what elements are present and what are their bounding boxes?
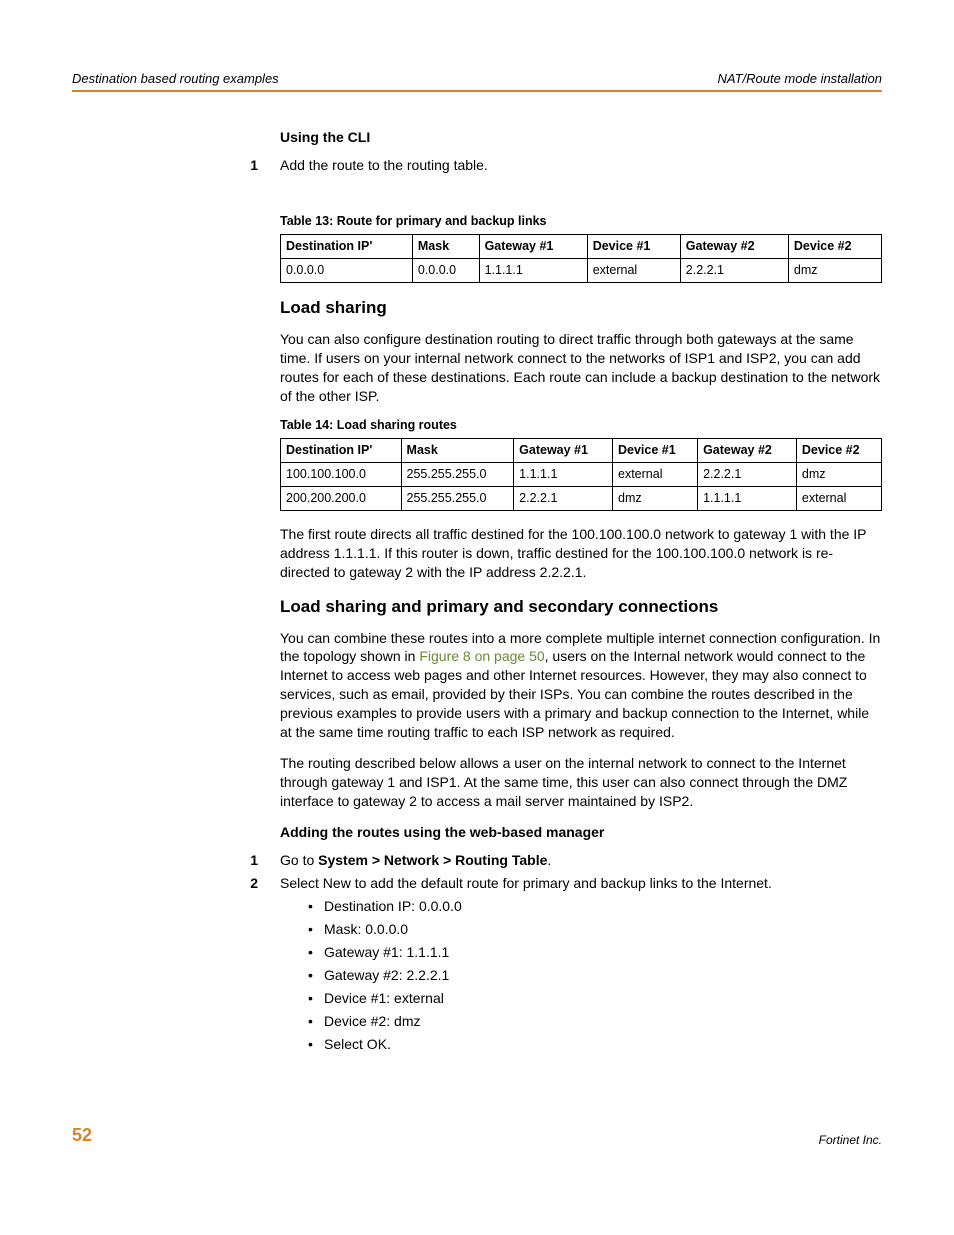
td: 2.2.2.1 xyxy=(514,487,613,511)
running-header: Destination based routing examples NAT/R… xyxy=(72,70,882,88)
table-row: 100.100.100.0 255.255.255.0 1.1.1.1 exte… xyxy=(281,463,882,487)
table13-caption: Table 13: Route for primary and backup l… xyxy=(280,213,882,230)
table14-caption: Table 14: Load sharing routes xyxy=(280,417,882,434)
step-number: 1 xyxy=(238,156,258,175)
th: Device #2 xyxy=(788,235,881,259)
table-row: 0.0.0.0 0.0.0.0 1.1.1.1 external 2.2.2.1… xyxy=(281,259,882,283)
list-item: Device #1: external xyxy=(308,989,882,1008)
list-item: Gateway #2: 2.2.2.1 xyxy=(308,966,882,985)
main-content: Using the CLI 1 Add the route to the rou… xyxy=(280,128,882,1054)
th: Destination IP' xyxy=(281,235,413,259)
th: Mask xyxy=(412,235,479,259)
list-item: Destination IP: 0.0.0.0 xyxy=(308,897,882,916)
header-right: NAT/Route mode installation xyxy=(717,70,882,88)
td: 200.200.200.0 xyxy=(281,487,402,511)
td: 100.100.100.0 xyxy=(281,463,402,487)
th: Destination IP' xyxy=(281,439,402,463)
td: 0.0.0.0 xyxy=(281,259,413,283)
td: external xyxy=(587,259,680,283)
th: Gateway #1 xyxy=(479,235,587,259)
header-left: Destination based routing examples xyxy=(72,70,279,88)
load-sharing-title: Load sharing xyxy=(280,297,882,320)
th: Mask xyxy=(401,439,514,463)
after-table14-para: The first route directs all traffic dest… xyxy=(280,525,882,582)
td: 2.2.2.1 xyxy=(698,463,797,487)
td: 255.255.255.0 xyxy=(401,487,514,511)
nav-path: System > Network > Routing Table xyxy=(318,852,547,868)
step-text: Select New to add the default route for … xyxy=(280,875,772,891)
cli-step-1: 1 Add the route to the routing table. xyxy=(238,156,882,175)
td: dmz xyxy=(796,463,881,487)
td: external xyxy=(613,463,698,487)
table13: Destination IP' Mask Gateway #1 Device #… xyxy=(280,234,882,283)
webmgr-step-2: 2 Select New to add the default route fo… xyxy=(238,874,882,1053)
combined-title: Load sharing and primary and secondary c… xyxy=(280,596,882,619)
header-rule xyxy=(72,90,882,92)
td: 1.1.1.1 xyxy=(698,487,797,511)
td: 255.255.255.0 xyxy=(401,463,514,487)
step-number: 1 xyxy=(238,851,258,870)
th: Device #1 xyxy=(587,235,680,259)
td: dmz xyxy=(613,487,698,511)
footer-company: Fortinet Inc. xyxy=(819,1132,882,1148)
table-header-row: Destination IP' Mask Gateway #1 Device #… xyxy=(281,235,882,259)
table-row: 200.200.200.0 255.255.255.0 2.2.2.1 dmz … xyxy=(281,487,882,511)
figure-link[interactable]: Figure 8 on page 50 xyxy=(419,648,544,664)
td: 1.1.1.1 xyxy=(479,259,587,283)
webmgr-heading: Adding the routes using the web-based ma… xyxy=(280,823,882,842)
th: Device #2 xyxy=(796,439,881,463)
step-text: Add the route to the routing table. xyxy=(280,157,488,173)
step-number: 2 xyxy=(238,874,258,893)
list-item: Mask: 0.0.0.0 xyxy=(308,920,882,939)
td: external xyxy=(796,487,881,511)
td: 0.0.0.0 xyxy=(412,259,479,283)
th: Gateway #2 xyxy=(698,439,797,463)
th: Gateway #1 xyxy=(514,439,613,463)
bullet-list: Destination IP: 0.0.0.0 Mask: 0.0.0.0 Ga… xyxy=(280,897,882,1053)
page-footer: 52 Fortinet Inc. xyxy=(72,1123,882,1147)
td: dmz xyxy=(788,259,881,283)
list-item: Gateway #1: 1.1.1.1 xyxy=(308,943,882,962)
list-item: Device #2: dmz xyxy=(308,1012,882,1031)
combined-para1: You can combine these routes into a more… xyxy=(280,629,882,742)
td: 2.2.2.1 xyxy=(680,259,788,283)
load-sharing-para: You can also configure destination routi… xyxy=(280,330,882,406)
combined-para2: The routing described below allows a use… xyxy=(280,754,882,811)
text: . xyxy=(547,852,551,868)
table14: Destination IP' Mask Gateway #1 Device #… xyxy=(280,438,882,511)
th: Device #1 xyxy=(613,439,698,463)
cli-heading: Using the CLI xyxy=(280,128,882,147)
th: Gateway #2 xyxy=(680,235,788,259)
page-number: 52 xyxy=(72,1123,92,1147)
td: 1.1.1.1 xyxy=(514,463,613,487)
webmgr-steps: 1 Go to System > Network > Routing Table… xyxy=(238,851,882,1053)
webmgr-step-1: 1 Go to System > Network > Routing Table… xyxy=(238,851,882,870)
text: Go to xyxy=(280,852,318,868)
table-header-row: Destination IP' Mask Gateway #1 Device #… xyxy=(281,439,882,463)
list-item: Select OK. xyxy=(308,1035,882,1054)
